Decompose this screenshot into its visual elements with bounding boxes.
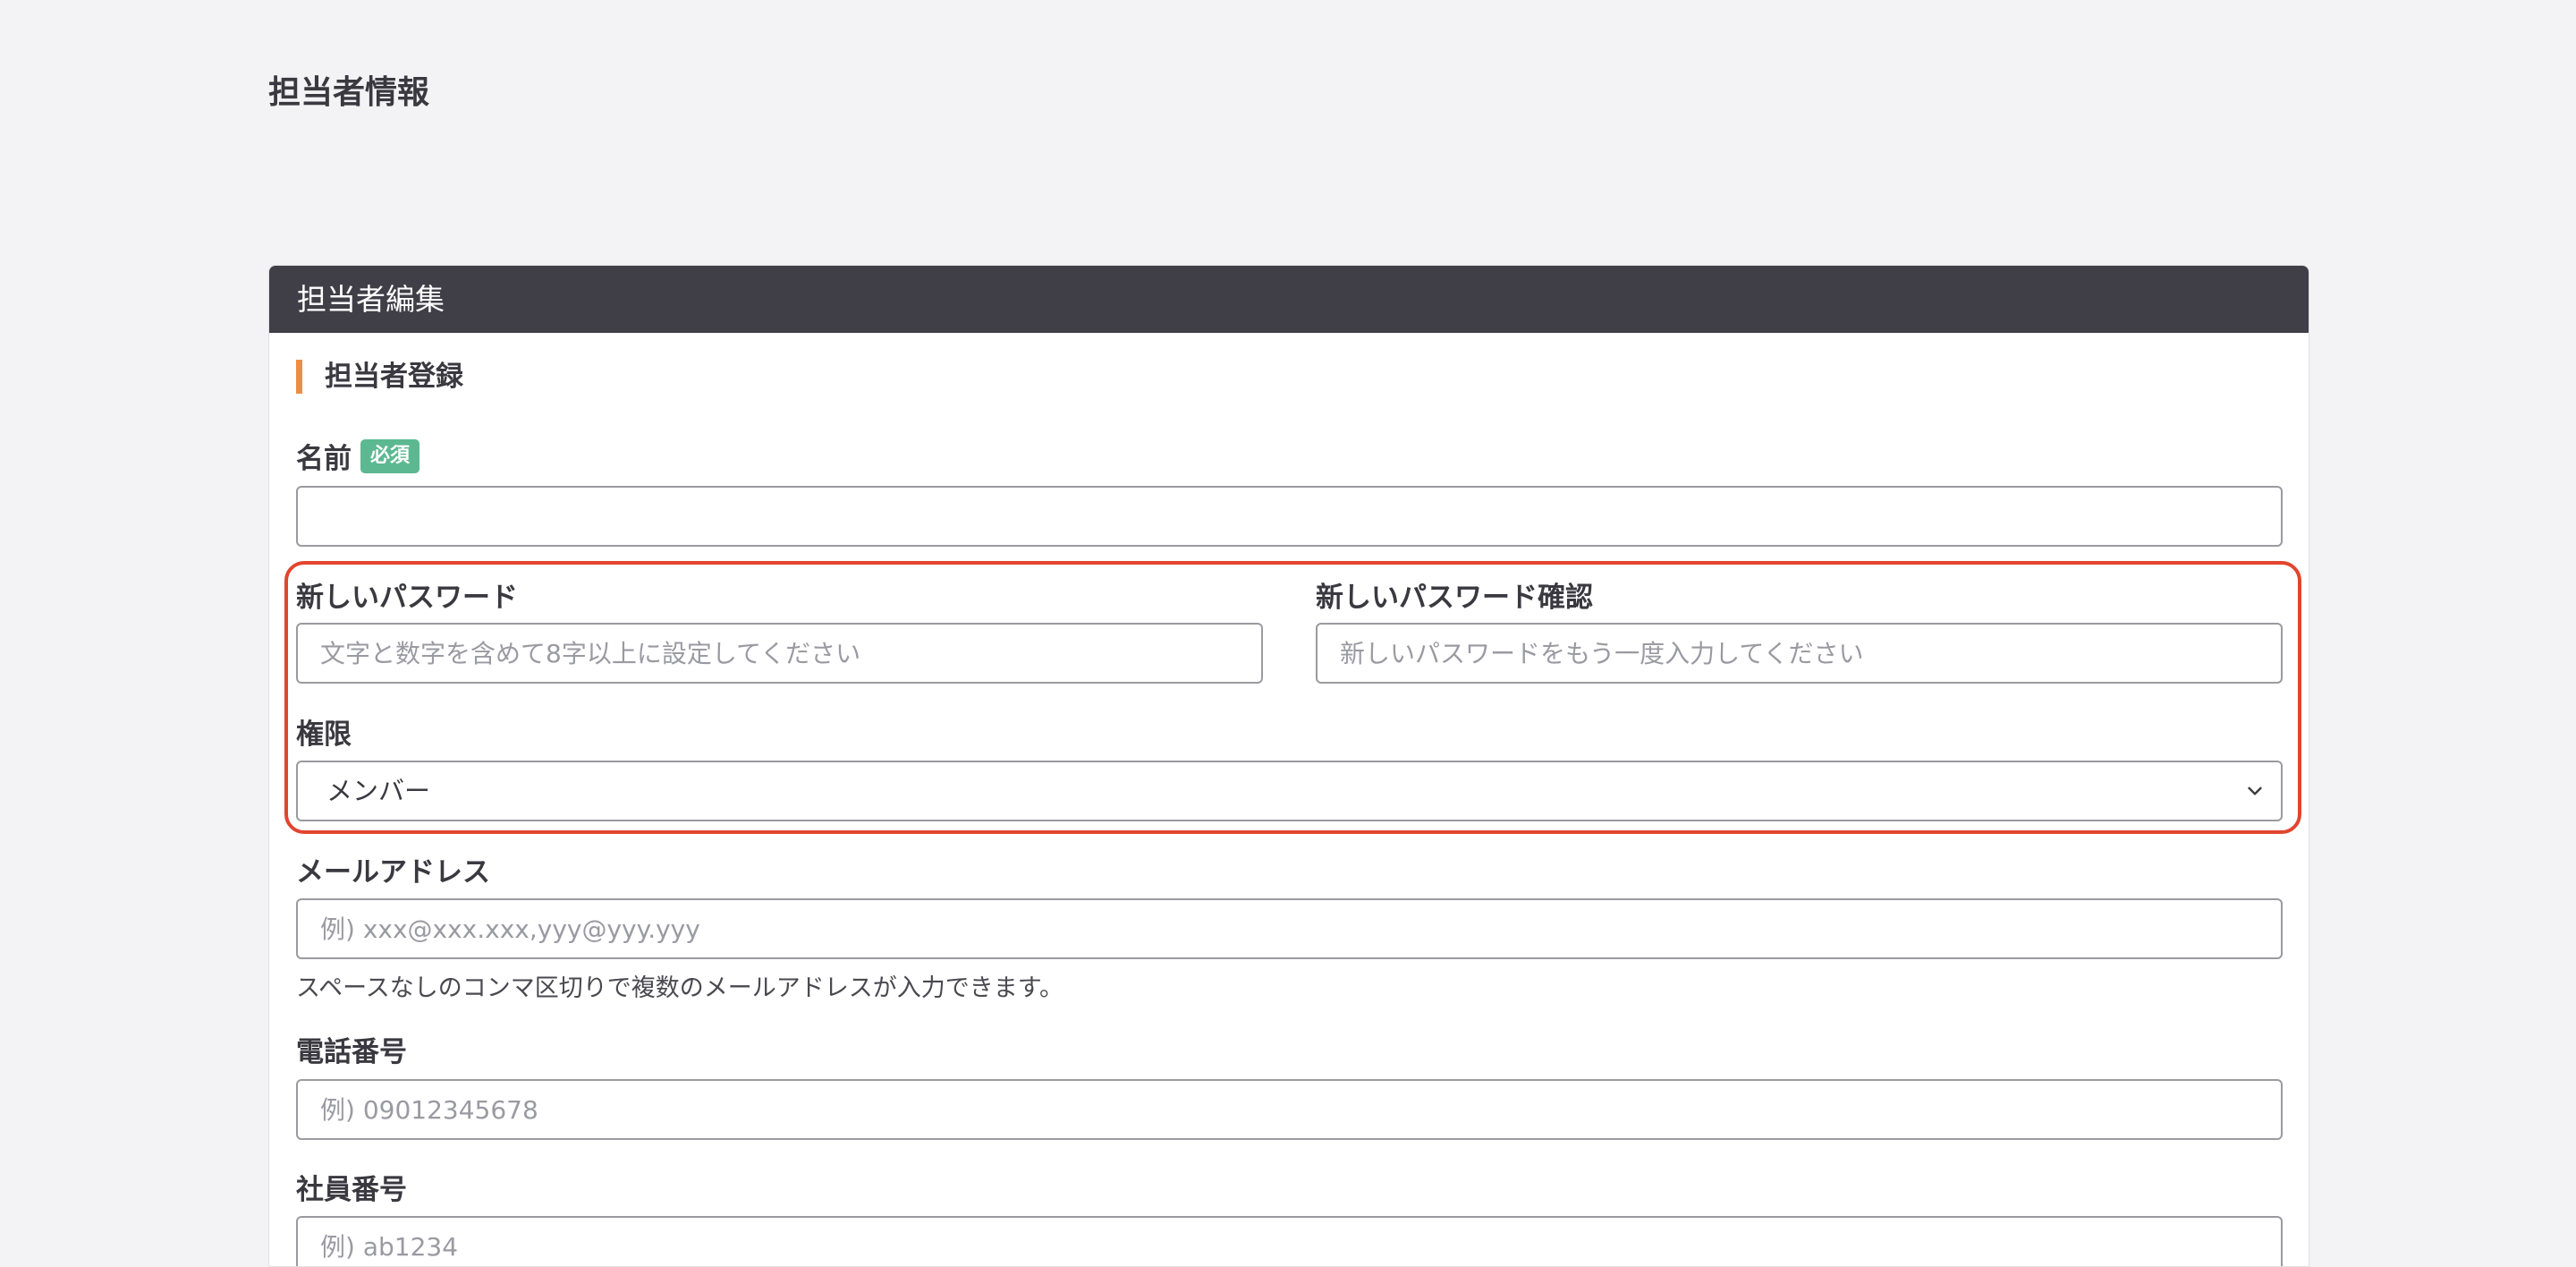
- card-header: 担当者編集: [269, 266, 2309, 333]
- name-label-text: 名前: [296, 443, 352, 475]
- new-password-input[interactable]: [296, 623, 1263, 684]
- new-password-label: 新しいパスワード: [296, 582, 518, 614]
- role-select-value: メンバー: [326, 776, 431, 806]
- chevron-down-icon: [2248, 787, 2262, 795]
- new-password-confirm-label: 新しいパスワード確認: [1316, 582, 1593, 614]
- role-label: 権限: [296, 719, 352, 751]
- new-password-confirm-input[interactable]: [1316, 623, 2283, 684]
- employee-id-input[interactable]: [296, 1216, 2283, 1266]
- page-title: 担当者情報: [268, 74, 430, 111]
- section-title: 担当者登録: [296, 360, 463, 394]
- staff-edit-card: 担当者編集 担当者登録 名前 必須 新しいパスワード 新しいパスワード確認 権限…: [268, 265, 2309, 1267]
- email-label: メールアドレス: [296, 856, 490, 889]
- email-input[interactable]: [296, 898, 2283, 959]
- email-help-text: スペースなしのコンマ区切りで複数のメールアドレスが入力できます。: [296, 974, 1064, 1002]
- name-input[interactable]: [296, 486, 2283, 547]
- phone-input[interactable]: [296, 1079, 2283, 1140]
- name-label: 名前 必須: [296, 436, 420, 476]
- required-badge: 必須: [360, 438, 420, 473]
- phone-label: 電話番号: [296, 1036, 407, 1068]
- role-select[interactable]: メンバー: [296, 761, 2283, 821]
- employee-id-label: 社員番号: [296, 1174, 407, 1206]
